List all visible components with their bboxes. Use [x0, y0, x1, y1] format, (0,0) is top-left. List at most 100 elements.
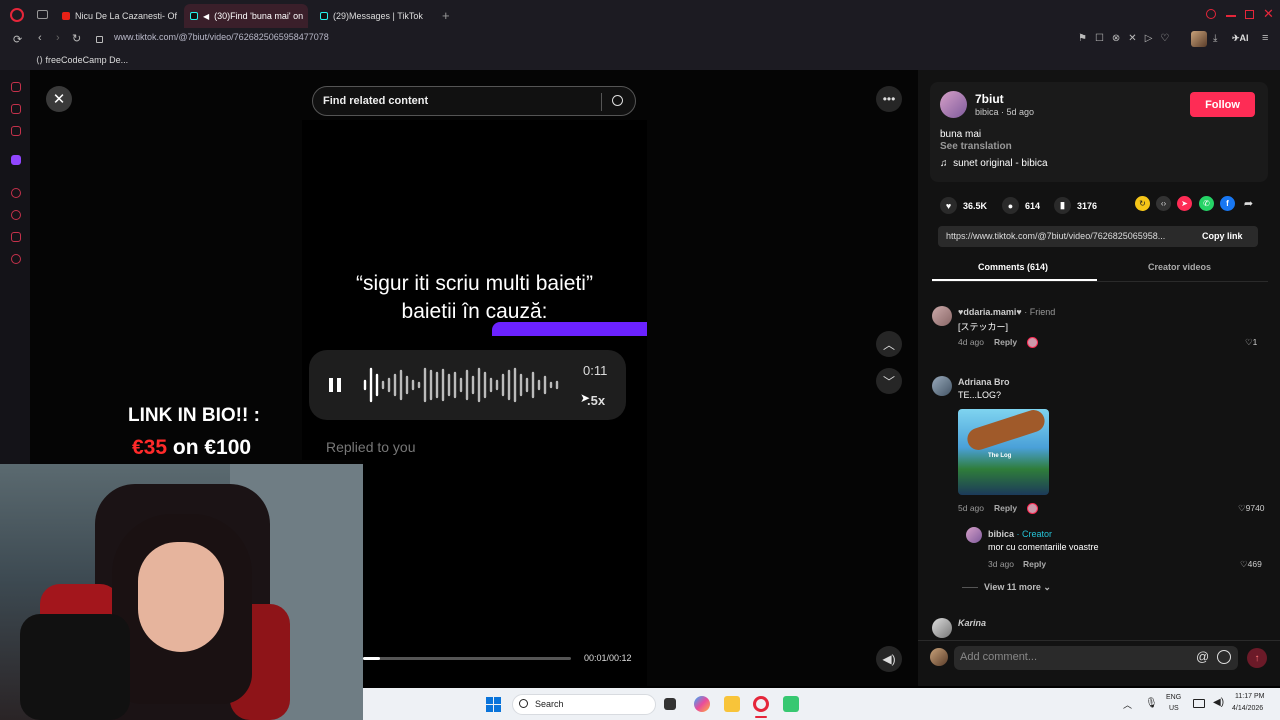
- comment-avatar[interactable]: [932, 306, 952, 326]
- new-tab-button[interactable]: +: [442, 8, 450, 23]
- repost-icon[interactable]: ↻: [1135, 196, 1150, 211]
- mention-icon[interactable]: @: [1196, 649, 1209, 664]
- opera-logo-icon[interactable]: [10, 8, 24, 22]
- taskbar-search[interactable]: Search: [512, 694, 656, 715]
- tab-tiktok-find[interactable]: ◀ (30)Find 'buna mai' on: [184, 4, 308, 28]
- microphone-icon[interactable]: 🎙: [1145, 698, 1158, 709]
- file-explorer-icon[interactable]: [724, 696, 740, 712]
- whatsapp-icon[interactable]: ✆: [1199, 196, 1214, 211]
- windows-start-icon[interactable]: [486, 697, 501, 712]
- video-progress-fill: [363, 657, 380, 660]
- comment-author[interactable]: Karina: [958, 618, 986, 628]
- post-comment-button[interactable]: ↑: [1247, 648, 1267, 668]
- profile-avatar[interactable]: [1191, 31, 1207, 47]
- embed-icon[interactable]: ‹›: [1156, 196, 1171, 211]
- speed-dial-icon[interactable]: [11, 104, 21, 114]
- save-stat[interactable]: ▮ 3176: [1054, 197, 1097, 214]
- comment-like[interactable]: ♡1: [1245, 337, 1257, 348]
- reload-extra-icon[interactable]: ⟳: [13, 33, 22, 46]
- ai-button[interactable]: ✈AI: [1232, 33, 1249, 44]
- download-icon[interactable]: ⤓: [1213, 33, 1217, 44]
- more-options-button[interactable]: •••: [876, 86, 902, 112]
- video-progress-bar[interactable]: [363, 657, 571, 660]
- send-icon[interactable]: ➤: [1177, 196, 1192, 211]
- maximize-button[interactable]: [1245, 10, 1254, 19]
- network-icon[interactable]: [1193, 699, 1205, 708]
- volume-tray-icon[interactable]: ◀): [1213, 697, 1224, 708]
- like-stat[interactable]: ♥ 36.5K: [940, 197, 987, 214]
- related-search-box[interactable]: Find related content: [312, 86, 636, 116]
- extensions-icon[interactable]: [11, 232, 21, 242]
- next-video-button[interactable]: ﹀: [876, 368, 902, 394]
- comment-like[interactable]: ♡9740: [1238, 503, 1265, 514]
- history-icon[interactable]: [11, 210, 21, 220]
- follow-button[interactable]: Follow: [1190, 92, 1255, 117]
- ai-label: AI: [1239, 33, 1249, 43]
- twitch-icon[interactable]: [11, 155, 21, 165]
- comment-author-name: ♥ddaria.mami♥: [958, 307, 1022, 317]
- messenger-icon[interactable]: [11, 126, 21, 136]
- search-icon[interactable]: [612, 95, 623, 106]
- reply-author[interactable]: bibica · Creator: [988, 529, 1052, 539]
- url-field[interactable]: www.tiktok.com/@7biut/video/762682506595…: [114, 32, 329, 42]
- opera-taskbar-icon[interactable]: [753, 696, 769, 712]
- keyboard-language[interactable]: ENG: [1166, 694, 1181, 701]
- search-input[interactable]: Find related content: [323, 95, 428, 107]
- tab-youtube[interactable]: Nicu De La Cazanesti- Of: [56, 4, 178, 28]
- add-comment-input[interactable]: Add comment... @: [954, 646, 1238, 670]
- minimize-button[interactable]: [1226, 15, 1236, 17]
- back-button[interactable]: ‹: [38, 32, 42, 44]
- clock-time[interactable]: 11:17 PM: [1235, 693, 1264, 700]
- close-video-button[interactable]: ✕: [46, 86, 72, 112]
- share-icon[interactable]: ➦: [1241, 196, 1256, 211]
- menu-icon[interactable]: ≡: [1262, 32, 1268, 44]
- view-more-label: View 11 more: [984, 582, 1041, 592]
- creator-username[interactable]: 7biut: [975, 92, 1004, 106]
- search-tabs-icon[interactable]: [1206, 9, 1216, 19]
- reply-like[interactable]: ♡469: [1240, 559, 1262, 570]
- task-view-icon[interactable]: [664, 698, 676, 710]
- close-window-button[interactable]: ✕: [1263, 6, 1274, 22]
- comment-reply-button[interactable]: Reply: [994, 503, 1017, 513]
- clock-date[interactable]: 4/14/2026: [1232, 705, 1263, 712]
- comment-reply-button[interactable]: Reply: [994, 337, 1017, 347]
- streaming-app-icon[interactable]: [783, 696, 799, 712]
- reply-reply-button[interactable]: Reply: [1023, 559, 1046, 569]
- comment-stat[interactable]: ● 614: [1002, 197, 1040, 214]
- webcam-feed: [0, 464, 363, 720]
- player-icon[interactable]: [11, 188, 21, 198]
- browser-tab-bar: Nicu De La Cazanesti- Of ◀ (30)Find 'bun…: [0, 0, 1280, 30]
- see-translation-link[interactable]: See translation: [940, 141, 1012, 152]
- copilot-icon[interactable]: [694, 696, 710, 712]
- comment-avatar[interactable]: [932, 376, 952, 396]
- tab-tiktok-messages[interactable]: (29)Messages | TikTok: [314, 4, 438, 28]
- facebook-icon[interactable]: f: [1220, 196, 1235, 211]
- reload-button[interactable]: ↻: [72, 32, 81, 45]
- aria-icon[interactable]: [11, 82, 21, 92]
- bookmark-freecodecamp[interactable]: ⟨⟩ freeCodeCamp De...: [36, 55, 128, 66]
- forward-button[interactable]: ›: [56, 32, 60, 44]
- emoji-icon[interactable]: [1217, 650, 1231, 664]
- address-bar: ⟳ ‹ › ↻ www.tiktok.com/@7biut/video/7626…: [0, 30, 1280, 50]
- settings-icon[interactable]: [11, 254, 21, 264]
- comment-author[interactable]: Adriana Bro: [958, 377, 1010, 387]
- comment-sticker-image[interactable]: The Log: [958, 409, 1049, 495]
- comment-author[interactable]: ♥ddaria.mami♥ · Friend: [958, 307, 1055, 317]
- tab-creator-videos[interactable]: Creator videos: [1148, 262, 1211, 272]
- copy-link-button[interactable]: Copy link: [1202, 231, 1243, 241]
- tray-chevron-icon[interactable]: ︿: [1123, 698, 1132, 711]
- comment-avatar[interactable]: [932, 618, 952, 638]
- tab-comments[interactable]: Comments (614): [978, 262, 1048, 272]
- view-more-replies[interactable]: View 11 more ⌄: [984, 582, 1051, 593]
- reply-avatar[interactable]: [966, 527, 982, 543]
- workspaces-icon[interactable]: [37, 10, 48, 19]
- bookmark-label: freeCodeCamp De...: [45, 55, 129, 65]
- previous-video-button[interactable]: ︿: [876, 331, 902, 357]
- creator-avatar[interactable]: [940, 91, 967, 118]
- headset-mic: [20, 614, 130, 720]
- sound-link[interactable]: ♫ sunet original - bibica: [940, 158, 1048, 169]
- like-count: 36.5K: [963, 200, 988, 211]
- keyboard-region[interactable]: US: [1169, 705, 1179, 712]
- volume-button[interactable]: ◀): [876, 646, 902, 672]
- copy-url-text[interactable]: https://www.tiktok.com/@7biut/video/7626…: [946, 231, 1192, 241]
